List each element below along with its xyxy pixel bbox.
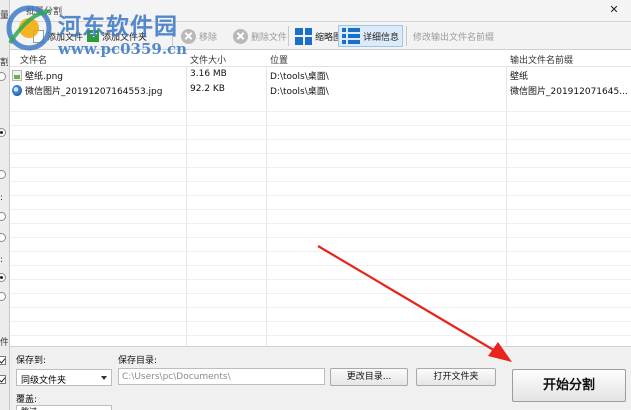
toolbar-divider: [406, 26, 407, 46]
strip-fragment: :: [0, 193, 4, 203]
empty-row: [10, 196, 631, 210]
empty-row: [10, 252, 631, 266]
empty-row: [10, 294, 631, 308]
table-row[interactable]: 壁纸.png 3.16 MB D:\tools\桌面\ 壁纸: [10, 68, 631, 82]
strip-radio[interactable]: [0, 170, 6, 179]
size-cell: 92.2 KB: [190, 84, 225, 94]
empty-row: [10, 126, 631, 140]
prefix-cell: 微信图片_201912071645...: [510, 87, 628, 97]
modify-prefix-label: 修改输出文件名前缀: [413, 32, 495, 43]
strip-radio[interactable]: [0, 292, 6, 301]
remove-label: 移除: [199, 32, 218, 43]
save-dir-label: 保存目录:: [118, 356, 158, 366]
empty-row: [10, 280, 631, 294]
file-table: 文件名 文件大小 位置 输出文件名前缀 壁纸.png 3.16 MB D:\to…: [10, 50, 631, 346]
empty-row: [10, 98, 631, 112]
modify-prefix-button[interactable]: 修改输出文件名前缀: [410, 25, 497, 47]
strip-fragment: :: [0, 255, 4, 265]
strip-fragment: 割: [0, 58, 8, 66]
empty-row: [10, 182, 631, 196]
save-to-value: 同级文件夹: [21, 376, 67, 386]
filename-text: 微信图片_20191207164553.jpg: [25, 87, 163, 97]
detail-list-icon: [342, 27, 360, 45]
empty-row: [10, 238, 631, 252]
strip-checkbox[interactable]: [0, 356, 6, 365]
table-row[interactable]: 微信图片_20191207164553.jpg 92.2 KB D:\tools…: [10, 83, 631, 97]
location-cell: D:\tools\桌面\: [270, 87, 329, 97]
column-header-location[interactable]: 位置: [270, 53, 288, 66]
empty-row: [10, 322, 631, 336]
empty-row: [10, 210, 631, 224]
filename-cell: 壁纸.png: [12, 69, 184, 82]
column-header-prefix[interactable]: 输出文件名前缀: [510, 53, 573, 66]
window-title: 批量分割: [26, 7, 63, 17]
add-folder-button[interactable]: 添加文件夹: [84, 25, 150, 47]
table-header: 文件名 文件大小 位置 输出文件名前缀: [10, 50, 631, 67]
start-split-button[interactable]: 开始分割: [512, 369, 626, 402]
column-header-size[interactable]: 文件大小: [190, 53, 226, 66]
empty-row: [10, 266, 631, 280]
column-header-filename[interactable]: 文件名: [20, 53, 47, 66]
strip-radio[interactable]: [0, 273, 6, 282]
empty-row: [10, 154, 631, 168]
empty-row: [10, 224, 631, 238]
size-cell: 3.16 MB: [190, 69, 227, 79]
background-window-strip: 量 割 : : 件: [0, 0, 10, 410]
strip-radio[interactable]: [0, 72, 6, 81]
save-to-label: 保存到:: [16, 356, 47, 366]
add-folder-label: 添加文件夹: [102, 32, 148, 43]
open-folder-button[interactable]: 打开文件夹: [416, 368, 496, 386]
toolbar-divider: [288, 26, 289, 46]
thumbnail-grid-icon: [295, 27, 312, 45]
filename-cell: 微信图片_20191207164553.jpg: [12, 84, 184, 97]
strip-radio[interactable]: [0, 212, 6, 221]
empty-row: [10, 308, 631, 322]
add-file-button[interactable]: 添加文件: [30, 25, 86, 47]
toolbar: 添加文件 添加文件夹 移除 删除文件 缩略图 详细信息 修改输出文件名前缀: [10, 22, 631, 50]
close-button[interactable]: ✕: [607, 3, 621, 17]
add-file-icon: [33, 29, 44, 43]
delete-file-button[interactable]: 删除文件: [230, 25, 290, 47]
save-dir-input[interactable]: C:\Users\pc\Documents\: [118, 368, 325, 385]
strip-radio[interactable]: [0, 233, 6, 242]
close-icon: ✕: [609, 3, 619, 16]
chevron-down-icon: [101, 376, 107, 380]
empty-row: [10, 112, 631, 126]
bottom-panel: 保存到: 同级文件夹 保存目录: C:\Users\pc\Documents\ …: [10, 346, 631, 410]
strip-fragment: 量: [0, 11, 8, 19]
overwrite-label: 覆盖:: [16, 395, 38, 405]
filename-text: 壁纸.png: [25, 72, 63, 82]
strip-radio[interactable]: [0, 128, 6, 137]
detail-label: 详细信息: [363, 32, 400, 43]
delete-file-icon: [233, 28, 248, 44]
strip-checkbox[interactable]: [0, 375, 6, 384]
jpg-file-icon: [12, 85, 22, 96]
delete-file-label: 删除文件: [251, 32, 288, 43]
toolbar-divider: [172, 26, 173, 46]
save-to-select[interactable]: 同级文件夹: [16, 369, 112, 386]
strip-fragment: 件: [0, 338, 8, 346]
prefix-cell: 壁纸: [510, 72, 529, 82]
empty-row: [10, 168, 631, 182]
png-file-icon: [12, 70, 22, 81]
remove-icon: [181, 28, 196, 44]
remove-button[interactable]: 移除: [178, 25, 220, 47]
add-file-label: 添加文件: [47, 32, 84, 43]
add-folder-icon: [87, 27, 99, 42]
title-bar: 批量分割 ✕: [10, 0, 631, 22]
empty-row: [10, 140, 631, 154]
detail-view-button[interactable]: 详细信息: [338, 25, 404, 47]
overwrite-select[interactable]: 跳过: [16, 405, 112, 410]
change-dir-button[interactable]: 更改目录...: [330, 368, 408, 386]
location-cell: D:\tools\桌面\: [270, 72, 329, 82]
